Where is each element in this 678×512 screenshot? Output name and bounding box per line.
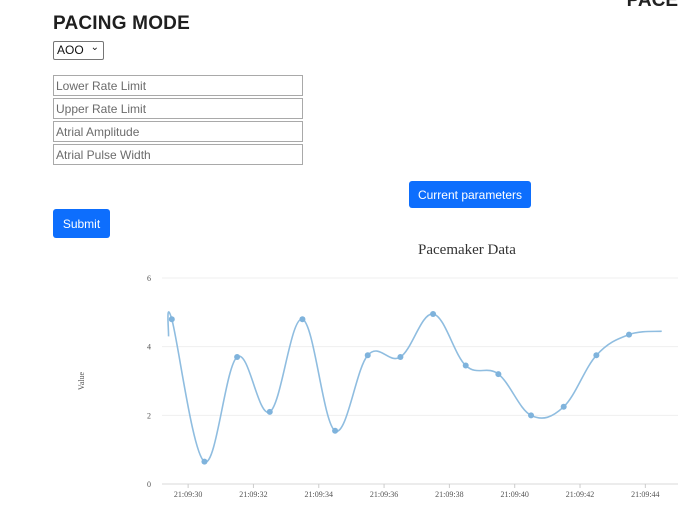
series-line — [167, 311, 662, 463]
data-point — [593, 352, 600, 359]
data-point — [332, 427, 339, 434]
x-tick-label: 21:09:44 — [631, 490, 659, 499]
x-tick-label: 21:09:32 — [239, 490, 267, 499]
x-tick-label: 21:09:38 — [435, 490, 463, 499]
y-tick-label: 0 — [147, 480, 151, 489]
pacemaker-line-chart: 0 2 4 6 21:09:30 21:09:32 21:09:34 21:09:36 21:0… — [77, 274, 678, 499]
data-point — [201, 458, 208, 465]
series-points — [168, 311, 633, 465]
y-axis-label: Value — [77, 371, 86, 390]
x-tick-label: 21:09:42 — [566, 490, 594, 499]
x-tick-label: 21:09:30 — [174, 490, 202, 499]
data-point — [626, 331, 633, 338]
data-point — [234, 353, 241, 360]
x-tick-label: 21:09:34 — [305, 490, 333, 499]
y-tick-label: 2 — [147, 411, 151, 420]
data-point — [266, 408, 273, 415]
chart-axes: 0 2 4 6 21:09:30 21:09:32 21:09:34 21:09:36 21:0… — [147, 274, 660, 499]
x-tick-label: 21:09:36 — [370, 490, 398, 499]
data-point — [528, 412, 535, 419]
data-point — [168, 316, 175, 323]
data-point — [495, 371, 502, 378]
y-tick-label: 6 — [147, 274, 151, 283]
x-tick-label: 21:09:40 — [500, 490, 528, 499]
data-point — [462, 362, 469, 369]
data-point — [560, 403, 567, 410]
data-point — [430, 311, 437, 318]
y-tick-label: 4 — [147, 343, 151, 352]
data-point — [299, 316, 306, 323]
chart-gridlines — [162, 277, 678, 485]
data-point — [397, 353, 404, 360]
data-point — [364, 352, 371, 359]
